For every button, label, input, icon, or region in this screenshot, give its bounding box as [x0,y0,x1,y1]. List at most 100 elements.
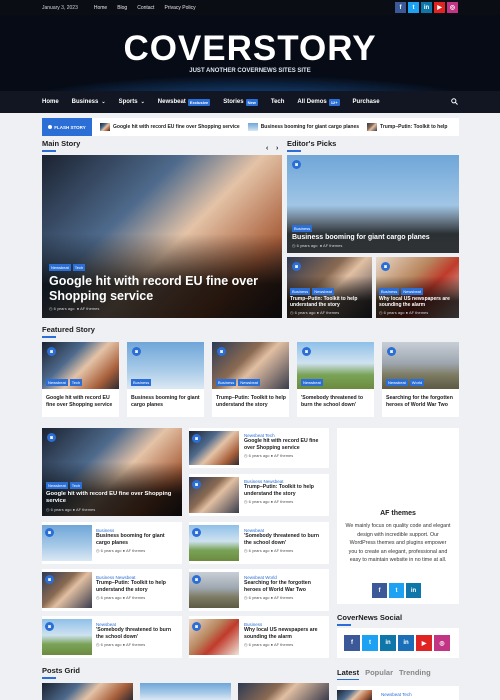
linkedin-icon[interactable]: in [421,2,432,13]
nav-tech[interactable]: Tech [271,99,285,105]
main-story-card[interactable]: Newsbeat Tech Google hit with record EU … [42,155,282,318]
tag-tech[interactable]: Tech [72,264,86,271]
nav-business[interactable]: Business ⌄ [72,99,106,105]
editors-pick-large[interactable]: ◙ Business Business booming for giant ca… [287,155,459,253]
list-item[interactable]: ◙ Newsbeat 'Somebody threatened to burn … [42,616,182,658]
featured-story-heading: Featured Story [42,325,95,338]
editors-pick-title[interactable]: Trump–Putin: Toolkit to help understand … [290,296,369,308]
list-title[interactable]: 'Somebody threatened to burn the school … [96,627,180,640]
list-title[interactable]: Google hit with record EU fine over Shop… [244,438,326,451]
ticker-item[interactable]: Business booming for giant cargo planes [247,123,359,131]
tag-newsbeat[interactable]: Newsbeat [312,288,335,295]
top-link-blog[interactable]: Blog [117,5,127,11]
list-title[interactable]: Why local US newspapers are sounding the… [244,627,326,640]
tag[interactable]: Business [131,379,152,386]
youtube-icon[interactable]: ▶ [434,2,445,13]
latest-thumbnail [337,690,372,700]
youtube-icon[interactable]: ▶ [416,635,432,651]
list-title[interactable]: 'Somebody threatened to burn the school … [244,533,326,546]
tag-business[interactable]: Business [379,288,400,295]
featured-card[interactable]: ◙ Business Business booming for giant ca… [127,342,204,417]
camera-icon: ◙ [45,622,54,631]
featured-title[interactable]: 'Somebody threatened to burn the school … [301,395,371,408]
nav-sports[interactable]: Sports ⌄ [119,99,145,105]
tab-latest[interactable]: Latest [337,668,360,680]
posts-grid-thumbnail[interactable] [140,683,231,700]
list-title[interactable]: Business booming for giant cargo planes [96,533,180,546]
ticker-item[interactable]: Trump–Putin: Toolkit to help [367,123,447,131]
featured-card[interactable]: ◙ Business Newsbeat Trump–Putin: Toolkit … [212,342,289,417]
editors-pick-title[interactable]: Why local US newspapers are sounding the… [379,296,456,308]
list-title[interactable]: Searching for the forgotten heroes of Wo… [244,580,326,593]
grid-big-card[interactable]: ◙ Newsbeat Tech Google hit with record EU… [42,428,182,516]
chevron-right-icon[interactable]: › [276,145,278,152]
nav-stories[interactable]: Stories New [223,98,258,106]
tag-business[interactable]: Business [290,288,311,295]
featured-card[interactable]: ◙ Newsbeat Tech Google hit with record EU… [42,342,119,417]
tag-business[interactable]: Business [292,225,313,232]
top-link-privacy[interactable]: Privacy Policy [164,5,195,11]
linkedin-icon[interactable]: in [406,583,421,598]
list-item[interactable]: ◙ Newsbeat World Searching for the forgo… [189,569,329,611]
list-item[interactable]: ◙ Newsbeat 'Somebody threatened to burn … [189,522,329,564]
tag-tech[interactable]: Tech [69,482,83,489]
grid-big-title[interactable]: Google hit with record EU fine over Shop… [46,491,178,505]
tag[interactable]: Newsbeat [301,379,323,386]
twitter-icon[interactable]: t [389,583,404,598]
tag[interactable]: Newsbeat [386,379,408,386]
nav-home[interactable]: Home [42,99,59,105]
site-logo[interactable]: COVERSTORY [0,29,500,69]
tag-newsbeat[interactable]: Newsbeat [49,264,71,271]
tab-trending[interactable]: Trending [399,668,431,680]
tag[interactable]: Business [216,379,237,386]
tag[interactable]: Newsbeat [238,379,261,386]
featured-title[interactable]: Business booming for giant cargo planes [131,395,201,408]
instagram-icon[interactable]: ◎ [447,2,458,13]
tag-newsbeat[interactable]: Newsbeat [401,288,424,295]
tag-newsbeat[interactable]: Newsbeat [46,482,68,489]
list-item[interactable]: ◙ Business Why local US newspapers are s… [189,616,329,658]
facebook-icon[interactable]: f [372,583,387,598]
main-story-title[interactable]: Google hit with record EU fine over Shop… [49,274,264,304]
list-item[interactable]: ◙ Newsbeat Tech Google hit with record E… [189,428,329,468]
featured-card[interactable]: ◙ Newsbeat World Searching for the forgot… [382,342,459,417]
tag[interactable]: Newsbeat [46,379,68,386]
top-link-contact[interactable]: Contact [137,5,154,11]
latest-tags[interactable]: Newsbeat Tech [381,692,412,697]
top-link-home[interactable]: Home [94,5,107,11]
search-icon[interactable] [451,98,458,105]
camera-icon: ◙ [192,622,201,631]
tab-popular[interactable]: Popular [365,668,393,680]
facebook-icon[interactable]: f [395,2,406,13]
featured-title[interactable]: Google hit with record EU fine over Shop… [46,395,116,408]
posts-grid-thumbnail[interactable] [238,683,329,700]
list-title[interactable]: Trump–Putin: Toolkit to help understand … [96,580,180,593]
list-item[interactable]: ◙ Business Newsbeat Trump–Putin: Toolkit… [189,474,329,516]
editors-pick-meta: ◷ 6 years ago ● AF themes [290,310,340,315]
list-item[interactable]: ◙ Business Newsbeat Trump–Putin: Toolkit… [42,569,182,611]
facebook-icon[interactable]: f [344,635,360,651]
editors-pick-title[interactable]: Business booming for giant cargo planes [292,234,454,241]
chevron-left-icon[interactable]: ‹ [266,145,268,152]
nav-purchase[interactable]: Purchase [353,99,380,105]
nav-newsbeat[interactable]: Newsbeat Exclusive [158,98,211,106]
camera-icon: ◙ [292,262,301,271]
list-title[interactable]: Trump–Putin: Toolkit to help understand … [244,484,326,497]
instagram-icon[interactable]: ◎ [434,635,450,651]
twitter-icon[interactable]: t [362,635,378,651]
editors-pick-small[interactable]: ◙ Business Newsbeat Trump–Putin: Toolkit … [287,257,372,318]
tag[interactable]: Tech [69,379,83,386]
tag[interactable]: World [409,379,425,386]
posts-grid-thumbnail[interactable] [42,683,133,700]
ticker-item[interactable]: Google hit with record EU fine over Shop… [100,123,240,131]
linkedin-icon[interactable]: in [398,635,414,651]
featured-title[interactable]: Searching for the forgotten heroes of Wo… [386,395,456,408]
linkedin-icon[interactable]: in [380,635,396,651]
nav-all-demos[interactable]: All Demos 12+ [297,98,340,106]
twitter-icon[interactable]: t [408,2,419,13]
featured-card[interactable]: ◙ Newsbeat 'Somebody threatened to burn … [297,342,374,417]
list-item[interactable]: ◙ Business Business booming for giant ca… [42,522,182,564]
editors-pick-small[interactable]: ◙ Business Newsbeat Why local US newspape… [376,257,459,318]
featured-title[interactable]: Trump–Putin: Toolkit to help understand … [216,395,286,408]
af-themes-title: AF themes [380,510,416,517]
